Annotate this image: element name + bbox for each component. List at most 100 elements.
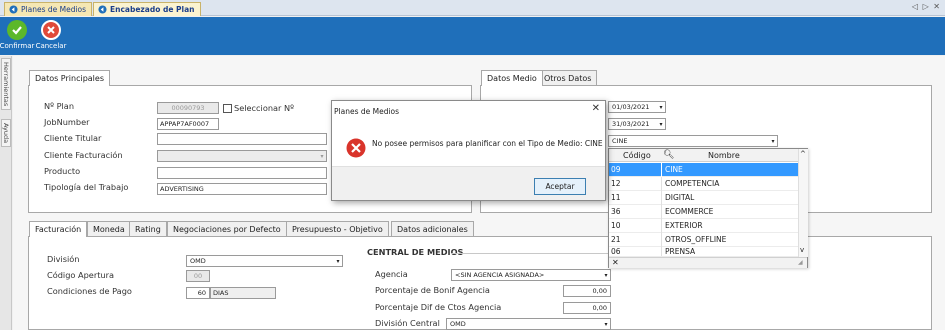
confirm-button[interactable]: Confirmar xyxy=(0,17,34,55)
fecha-hasta-picker[interactable]: 31/03/2021 ▾ xyxy=(608,118,666,130)
error-dialog: Planes de Medios ✕ No posee permisos par… xyxy=(331,100,606,201)
tab-label: Rating xyxy=(135,225,161,234)
document-tab-bar: Planes de Medios Encabezado de Plan ◁ ▷ … xyxy=(0,0,945,16)
toolbar: Confirmar Cancelar xyxy=(0,17,945,55)
tab-label: Datos Medio xyxy=(487,74,537,83)
col-codigo-header[interactable]: Código xyxy=(623,151,651,160)
item-code: 09 xyxy=(611,165,621,174)
list-item[interactable]: 21 OTROS_OFFLINE xyxy=(609,232,798,247)
item-code: 10 xyxy=(611,221,621,230)
back-arrow-icon xyxy=(9,5,18,14)
sidebar-tab-label: Ayuda xyxy=(2,122,10,144)
cliente-titular-field[interactable] xyxy=(157,133,327,145)
item-code: 21 xyxy=(611,235,621,244)
tipologia-label: Tipología del Trabajo xyxy=(44,182,129,192)
cancel-button[interactable]: Cancelar xyxy=(36,17,66,55)
bonif-agencia-field[interactable]: 0,00 xyxy=(563,285,611,297)
dropdown-footer: ✕ ◢ xyxy=(609,257,807,268)
chevron-down-icon: ▾ xyxy=(771,137,775,145)
division-central-value: OMD xyxy=(450,320,466,328)
fecha-desde-picker[interactable]: 01/03/2021 ▾ xyxy=(608,101,666,113)
seleccionar-label: Seleccionar Nº xyxy=(234,103,294,113)
condiciones-dias-field[interactable]: 60 xyxy=(186,287,210,299)
item-code: 12 xyxy=(611,179,621,188)
tipologia-field[interactable]: ADVERTISING xyxy=(157,183,327,195)
dif-ctos-field[interactable]: 0,00 xyxy=(563,302,611,314)
chevron-down-icon: ▾ xyxy=(336,257,340,265)
producto-label: Producto xyxy=(44,166,81,176)
fecha-desde-value: 01/03/2021 xyxy=(612,103,650,111)
tab-otros-datos[interactable]: Otros Datos xyxy=(538,70,598,86)
sidebar-tab-ayuda[interactable]: Ayuda xyxy=(1,119,11,147)
section-divider xyxy=(451,253,611,254)
list-item[interactable]: 12 COMPETENCIA xyxy=(609,176,798,191)
chevron-down-icon: ▾ xyxy=(604,271,608,279)
list-item[interactable]: 10 EXTERIOR xyxy=(609,218,798,233)
tab-presupuesto[interactable]: Presupuesto - Objetivo xyxy=(286,221,389,237)
list-item[interactable]: 09 CINE xyxy=(609,162,798,177)
dropdown-scrollbar[interactable]: ^ v xyxy=(798,149,808,257)
tab-label: Facturación xyxy=(35,225,82,234)
tab-label: Datos Principales xyxy=(35,74,104,83)
side-panel-tabs: Herramientas Ayuda xyxy=(0,56,12,330)
dif-ctos-label: Porcentaje Dif de Ctos Agencia xyxy=(375,302,502,312)
n-plan-field: 00090793 xyxy=(157,102,219,114)
cliente-titular-label: Cliente Titular xyxy=(44,133,102,143)
tab-label: Negociaciones por Defecto xyxy=(173,225,281,234)
item-code: 36 xyxy=(611,207,621,216)
tab-planes-de-medios[interactable]: Planes de Medios xyxy=(4,2,93,16)
tab-datos-principales[interactable]: Datos Principales xyxy=(29,70,110,86)
codigo-apertura-label: Código Apertura xyxy=(47,270,114,280)
tab-negociaciones[interactable]: Negociaciones por Defecto xyxy=(167,221,287,237)
cancel-label: Cancelar xyxy=(35,42,67,50)
dialog-titlebar: Planes de Medios xyxy=(332,101,605,121)
division-select[interactable]: OMD ▾ xyxy=(186,255,343,267)
tab-datos-adicionales[interactable]: Datos adicionales xyxy=(391,221,474,237)
producto-field[interactable] xyxy=(157,167,327,179)
tab-label: Presupuesto - Objetivo xyxy=(292,225,383,234)
n-plan-label: Nº Plan xyxy=(44,101,75,111)
tab-datos-medio[interactable]: Datos Medio xyxy=(481,70,543,86)
division-central-select[interactable]: OMD ▾ xyxy=(446,318,611,330)
division-central-label: División Central xyxy=(375,318,440,328)
checkmark-icon xyxy=(7,20,27,40)
dropdown-header: Código 🔍︎ Nombre xyxy=(609,149,798,162)
cliente-facturacion-label: Cliente Facturación xyxy=(44,150,123,160)
list-item[interactable]: 36 ECOMMERCE xyxy=(609,204,798,219)
chevron-down-icon: ▾ xyxy=(659,103,663,111)
clear-selection-icon[interactable]: ✕ xyxy=(612,258,619,267)
agencia-select[interactable]: <SIN AGENCIA ASIGNADA> ▾ xyxy=(451,269,611,281)
condiciones-unit-field: DIAS xyxy=(210,287,276,299)
window-controls[interactable]: ◁ ▷ ✕ xyxy=(912,2,941,11)
item-name: COMPETENCIA xyxy=(661,176,719,191)
jobnumber-label: JobNumber xyxy=(44,117,90,127)
chevron-down-icon[interactable]: v xyxy=(800,246,804,254)
tab-moneda[interactable]: Moneda xyxy=(87,221,131,237)
central-medios-title: CENTRAL DE MEDIOS xyxy=(367,247,464,257)
chevron-up-icon[interactable]: ^ xyxy=(800,150,806,158)
seleccionar-checkbox[interactable] xyxy=(223,104,232,113)
tab-encabezado-de-plan[interactable]: Encabezado de Plan xyxy=(93,2,201,16)
item-name: ECOMMERCE xyxy=(661,204,713,219)
tipo-medio-select[interactable]: CINE ▾ xyxy=(608,135,778,147)
tipo-medio-value: CINE xyxy=(612,137,628,145)
close-icon[interactable]: ✕ xyxy=(592,103,600,114)
agencia-value: <SIN AGENCIA ASIGNADA> xyxy=(455,271,545,279)
division-label: División xyxy=(47,254,80,264)
jobnumber-field[interactable]: APPAP7AF0007 xyxy=(157,118,219,130)
binoculars-icon[interactable]: 🔍︎ xyxy=(663,150,674,160)
tipo-medio-dropdown[interactable]: Código 🔍︎ Nombre 09 CINE 12 COMPETENCIA 11… xyxy=(608,148,808,268)
tab-label: Otros Datos xyxy=(544,74,592,83)
resize-grip-icon[interactable]: ◢ xyxy=(798,259,803,266)
error-icon xyxy=(346,138,366,158)
ok-button[interactable]: Aceptar xyxy=(534,178,586,195)
cliente-facturacion-select[interactable]: ▾ xyxy=(157,150,327,162)
tab-label: Datos adicionales xyxy=(397,225,468,234)
item-name: DIGITAL xyxy=(661,190,694,205)
tab-rating[interactable]: Rating xyxy=(129,221,167,237)
tab-facturacion[interactable]: Facturación xyxy=(29,221,88,237)
list-item[interactable]: 06 PRENSA xyxy=(609,247,798,257)
list-item[interactable]: 11 DIGITAL xyxy=(609,190,798,205)
sidebar-tab-herramientas[interactable]: Herramientas xyxy=(1,58,11,110)
col-nombre-header[interactable]: Nombre xyxy=(708,151,740,160)
